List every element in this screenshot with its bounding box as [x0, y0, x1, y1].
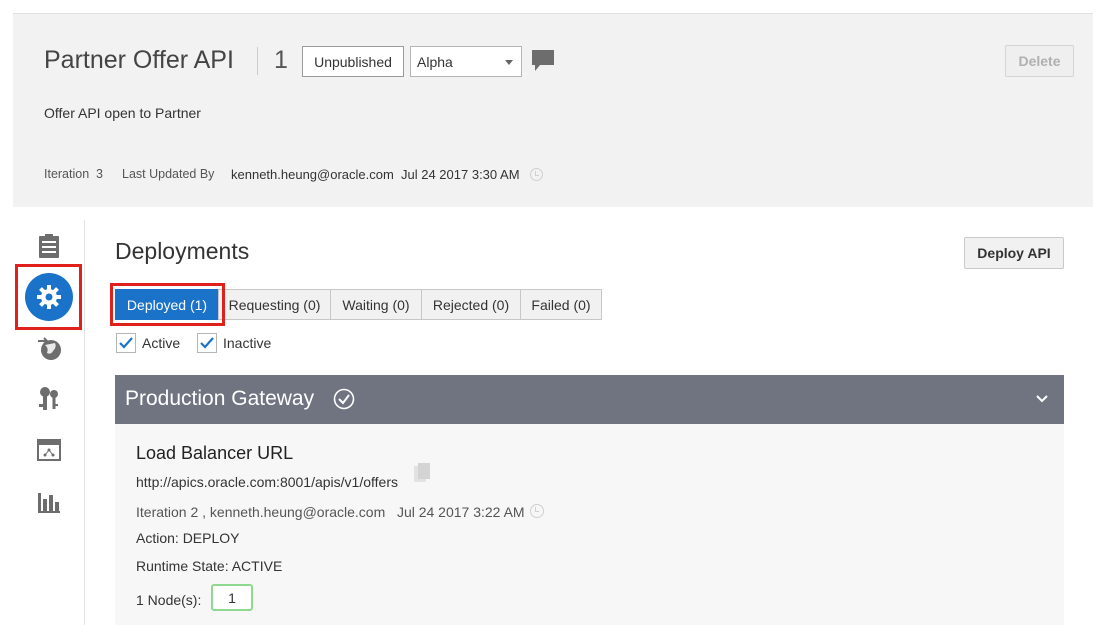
nodes-label: 1 Node(s): [136, 592, 202, 608]
keys-icon [39, 387, 58, 410]
checkmark-icon [119, 337, 133, 349]
sidebar-item-overview[interactable] [35, 233, 63, 261]
sidebar-item-deployments[interactable] [25, 273, 73, 321]
tab-highlight-box [110, 283, 225, 326]
last-updated-label: Last Updated By [122, 167, 215, 181]
sidebar-item-implementation[interactable] [35, 436, 63, 464]
api-title: Partner Offer API [44, 46, 234, 74]
iteration-value: 3 [96, 167, 103, 181]
bar-chart-icon [38, 493, 60, 513]
gear-icon [37, 285, 61, 309]
tab-requesting[interactable]: Requesting (0) [218, 289, 331, 320]
sidebar-item-publication[interactable] [35, 335, 63, 363]
filter-active[interactable]: Active [116, 333, 180, 353]
last-updated-user: kenneth.heung@oracle.com [231, 167, 394, 182]
check-circle-icon [333, 388, 355, 410]
deploy-api-button[interactable]: Deploy API [964, 237, 1064, 269]
gateway-details: Load Balancer URL http://apics.oracle.co… [115, 424, 1064, 625]
active-label: Active [142, 335, 181, 351]
iteration-label: Iteration [44, 167, 90, 181]
stage-select-value: Alpha [417, 53, 453, 70]
filter-inactive[interactable]: Inactive [197, 333, 271, 353]
iteration-info: Iteration 2 , kenneth.heung@oracle.com J… [136, 504, 525, 520]
lb-url: http://apics.oracle.com:8001/apis/v1/off… [136, 474, 398, 490]
stage-select[interactable]: Alpha [410, 46, 522, 77]
checkmark-icon [200, 337, 214, 349]
globe-icon [38, 337, 61, 360]
active-checkbox[interactable] [116, 333, 136, 353]
runtime-state: Runtime State: ACTIVE [136, 558, 283, 574]
sidebar-item-grants[interactable] [35, 385, 63, 413]
tab-waiting[interactable]: Waiting (0) [330, 289, 422, 320]
chevron-down-icon [505, 60, 513, 65]
window-icon [37, 439, 61, 461]
copy-icon[interactable] [413, 462, 431, 484]
comment-icon[interactable] [530, 48, 556, 74]
iteration-info-text: Iteration 2 , kenneth.heung@oracle.com [136, 504, 386, 520]
app-frame: Partner Offer API 1 Unpublished Alpha De… [0, 0, 1111, 625]
api-version: 1 [274, 46, 288, 74]
document-icon [39, 234, 59, 258]
lb-title: Load Balancer URL [136, 443, 294, 463]
page-title: Deployments [115, 238, 250, 264]
chevron-down-icon[interactable] [1036, 393, 1048, 405]
inactive-label: Inactive [223, 335, 272, 351]
clock-icon [530, 504, 544, 518]
gateway-header[interactable]: Production Gateway [115, 375, 1064, 424]
tab-rejected[interactable]: Rejected (0) [421, 289, 521, 320]
last-updated-time: Jul 24 2017 3:30 AM [401, 167, 520, 182]
inactive-checkbox[interactable] [197, 333, 217, 353]
clock-icon [530, 168, 543, 181]
api-description: Offer API open to Partner [44, 105, 201, 121]
publish-state-button[interactable]: Unpublished [302, 46, 404, 77]
api-header: Partner Offer API 1 Unpublished Alpha De… [13, 13, 1093, 207]
title-divider [257, 47, 258, 75]
delete-button[interactable]: Delete [1005, 45, 1074, 77]
sidebar-divider [84, 220, 85, 625]
gateway-title: Production Gateway [125, 387, 315, 410]
action-status: Action: DEPLOY [136, 530, 240, 546]
tab-failed[interactable]: Failed (0) [520, 289, 602, 320]
sidebar-item-analytics[interactable] [35, 487, 63, 515]
iteration-time: Jul 24 2017 3:22 AM [396, 504, 525, 520]
nodes-count[interactable]: 1 [211, 584, 253, 611]
